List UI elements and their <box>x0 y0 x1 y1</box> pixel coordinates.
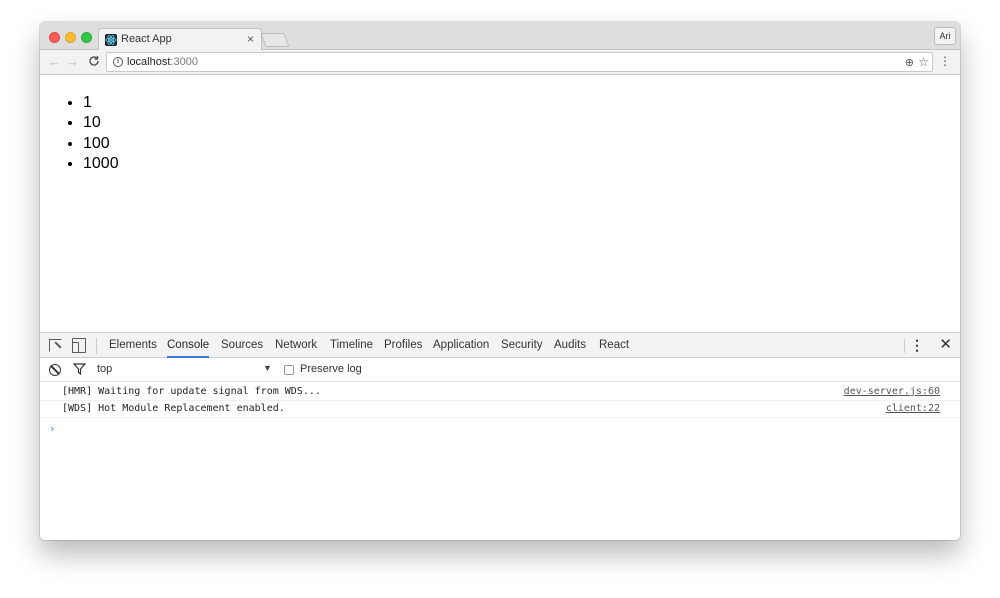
console-filter-bar: top ▼ Preserve log <box>40 358 960 382</box>
url-port: :3000 <box>170 56 198 68</box>
new-tab-button[interactable] <box>260 33 290 47</box>
tab-sources[interactable]: Sources <box>221 333 263 358</box>
filter-icon[interactable] <box>72 363 87 378</box>
browser-toolbar: ← → i localhost:3000 ⊕ ☆ ⋮ <box>40 50 960 75</box>
clear-console-icon[interactable] <box>49 364 61 376</box>
divider <box>904 339 905 353</box>
browser-menu-icon[interactable]: ⋮ <box>939 55 951 67</box>
number-list: 1101001000 <box>83 93 119 175</box>
page-viewport: 1101001000 <box>40 76 960 332</box>
tab-elements[interactable]: Elements <box>109 333 157 358</box>
tab-close-icon[interactable]: × <box>247 32 254 46</box>
console-message: [WDS] Hot Module Replacement enabled. cli… <box>40 401 960 418</box>
tab-network[interactable]: Network <box>275 333 317 358</box>
device-toolbar-icon[interactable] <box>72 338 86 353</box>
react-favicon-icon <box>105 34 117 46</box>
browser-window: React App × Ari ← → i localhost:3000 ⊕ ☆… <box>40 22 960 540</box>
context-selector[interactable]: top <box>97 363 112 375</box>
console-message: [HMR] Waiting for update signal from WDS… <box>40 384 960 401</box>
tab-profiles[interactable]: Profiles <box>384 333 422 358</box>
url-text: localhost:3000 <box>127 56 198 68</box>
preserve-log-checkbox[interactable] <box>284 365 294 375</box>
tab-application[interactable]: Application <box>433 333 489 358</box>
list-item: 1 <box>83 93 119 113</box>
tab-timeline[interactable]: Timeline <box>330 333 373 358</box>
devtools-tabbar: Elements Console Sources Network Timeline Pro… <box>40 333 960 358</box>
minimize-window-button[interactable] <box>65 32 76 43</box>
console-message-source-link[interactable]: dev-server.js:60 <box>844 386 940 397</box>
maximize-window-button[interactable] <box>81 32 92 43</box>
console-message-source-link[interactable]: client:22 <box>886 403 940 414</box>
info-icon[interactable]: i <box>113 57 123 67</box>
tab-title: React App <box>121 33 172 45</box>
console-message-text: [HMR] Waiting for update signal from WDS… <box>62 386 321 397</box>
tab-console[interactable]: Console <box>167 333 210 358</box>
more-options-icon[interactable]: ⋮ <box>910 337 924 353</box>
console-message-text: [WDS] Hot Module Replacement enabled. <box>62 403 285 414</box>
address-bar[interactable]: i localhost:3000 ⊕ ☆ <box>106 52 933 72</box>
bookmark-star-icon[interactable]: ☆ <box>918 55 929 69</box>
devtools-panel: Elements Console Sources Network Timeline Pro… <box>40 332 960 540</box>
close-devtools-icon[interactable]: ✕ <box>939 337 952 353</box>
tab-react[interactable]: React <box>599 333 629 358</box>
inspect-element-icon[interactable] <box>49 339 62 352</box>
tab-security[interactable]: Security <box>501 333 543 358</box>
reload-icon[interactable] <box>88 55 100 70</box>
tab-audits[interactable]: Audits <box>554 333 586 358</box>
dropdown-arrow-icon[interactable]: ▼ <box>263 363 272 373</box>
list-item: 100 <box>83 134 119 154</box>
zoom-icon[interactable]: ⊕ <box>905 56 914 69</box>
divider <box>96 338 97 354</box>
list-item: 10 <box>83 113 119 133</box>
console-prompt-icon[interactable]: › <box>49 422 56 435</box>
url-host: localhost <box>127 56 171 68</box>
forward-arrow-icon[interactable]: → <box>66 55 79 69</box>
list-item: 1000 <box>83 154 119 174</box>
back-arrow-icon[interactable]: ← <box>48 55 61 69</box>
browser-tab[interactable]: React App × <box>98 28 262 51</box>
profile-button[interactable]: Ari <box>934 27 956 45</box>
tab-strip: React App × Ari <box>40 22 960 51</box>
preserve-log-label[interactable]: Preserve log <box>300 363 362 375</box>
close-window-button[interactable] <box>49 32 60 43</box>
